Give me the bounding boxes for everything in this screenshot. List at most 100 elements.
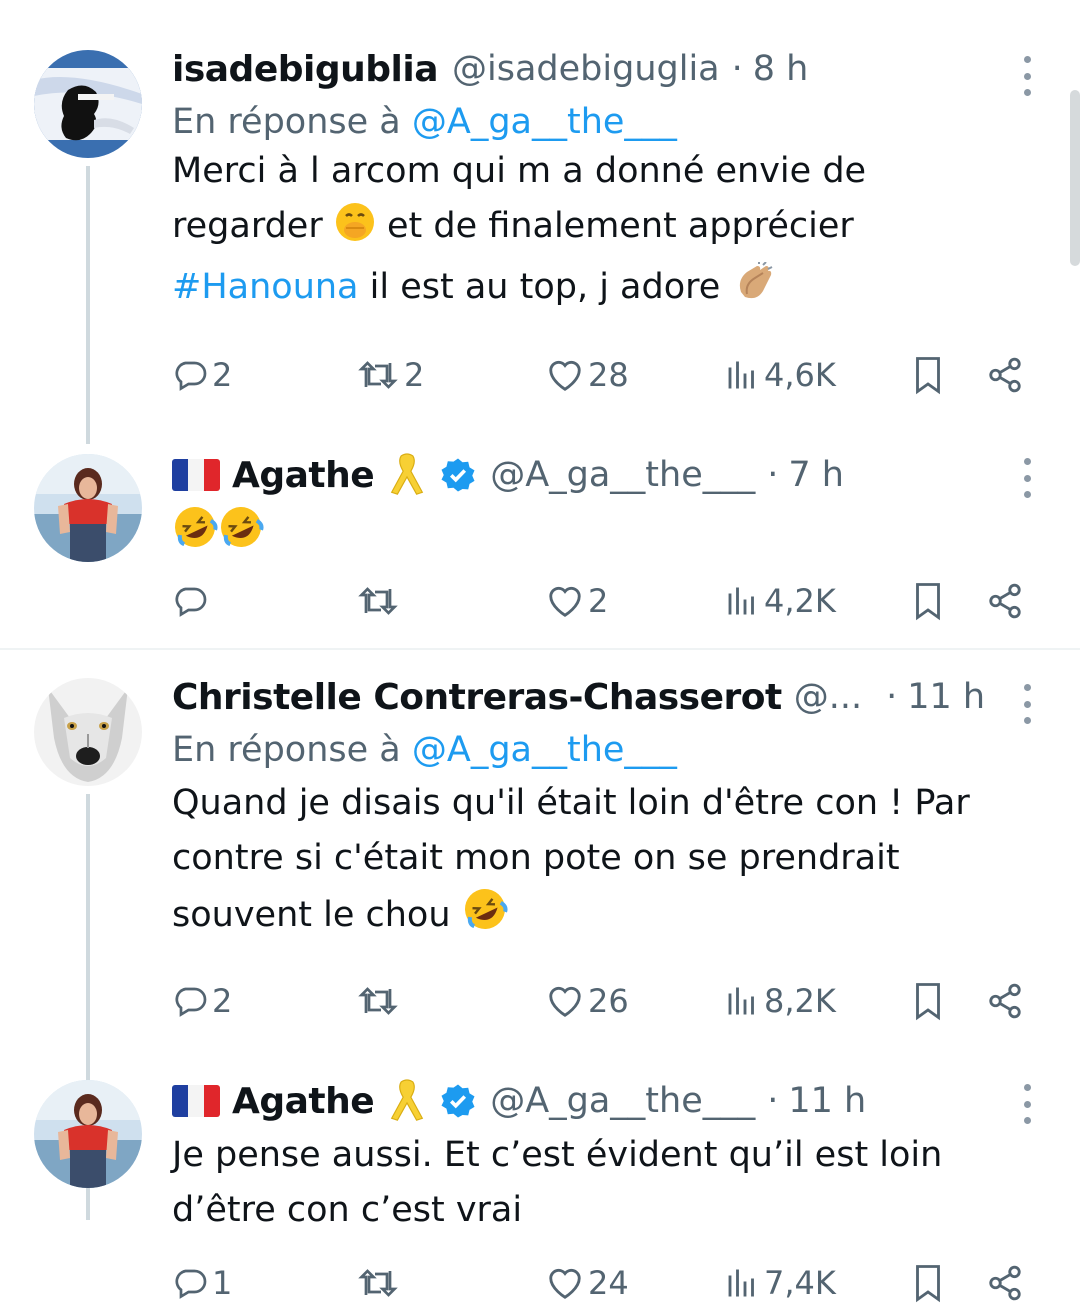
like-icon <box>549 1268 581 1299</box>
repost-button[interactable]: 2 <box>356 350 424 400</box>
timestamp[interactable]: 11 h <box>907 677 985 717</box>
user-handle[interactable]: @... <box>794 677 862 717</box>
verified-icon <box>441 1084 475 1118</box>
bookmark-icon <box>916 583 940 621</box>
reply-icon <box>175 1269 207 1299</box>
tweet-text <box>172 504 1030 567</box>
action-bar: 2 4,2K <box>172 576 1030 626</box>
reply-to-label: En réponse à <box>172 102 401 142</box>
share-icon <box>989 583 1021 619</box>
like-button[interactable]: 28 <box>546 350 629 400</box>
like-button[interactable]: 24 <box>546 1258 629 1308</box>
views-icon <box>728 1269 754 1297</box>
separator-dot: · <box>731 49 743 89</box>
views-button[interactable]: 4,6K <box>724 350 836 400</box>
thread-line <box>86 166 90 444</box>
tweet-text: Quand je disais qu'il était loin d'être … <box>172 776 1030 949</box>
reply-to-mention[interactable]: @A_ga__the___ <box>412 102 677 142</box>
reply-button[interactable]: 2 <box>172 350 232 400</box>
reply-button[interactable]: 2 <box>172 976 232 1026</box>
views-icon <box>728 361 754 389</box>
reply-button[interactable]: 1 <box>172 1258 232 1308</box>
yellow-ribbon-icon <box>391 1079 424 1121</box>
repost-button[interactable] <box>356 576 404 626</box>
action-bar: 2 26 8,2K <box>172 976 1030 1026</box>
repost-icon <box>358 1269 398 1297</box>
like-button[interactable]: 26 <box>546 976 629 1026</box>
timestamp[interactable]: 7 h <box>788 455 844 495</box>
like-count: 28 <box>588 356 629 394</box>
views-button[interactable]: 8,2K <box>724 976 836 1026</box>
repost-icon <box>358 361 398 389</box>
views-button[interactable]: 7,4K <box>724 1258 836 1308</box>
like-icon <box>549 986 581 1017</box>
more-options-icon[interactable] <box>1020 458 1034 498</box>
share-button[interactable] <box>986 350 1024 400</box>
reply-count: 1 <box>212 1264 233 1302</box>
avatar-christelle[interactable] <box>34 678 142 786</box>
repost-button[interactable] <box>356 1258 404 1308</box>
bookmark-button[interactable] <box>910 1258 946 1308</box>
tweet-text-segment: souvent le chou <box>172 895 451 935</box>
reply-icon <box>175 987 207 1017</box>
tweet-text-segment: il est au top, j adore <box>369 267 721 307</box>
display-name[interactable]: Agathe <box>232 1081 375 1122</box>
like-icon <box>549 360 581 391</box>
avatar-agathe[interactable] <box>34 1080 142 1188</box>
like-count: 26 <box>588 982 629 1020</box>
reply-button[interactable] <box>172 576 212 626</box>
more-options-icon[interactable] <box>1020 684 1034 724</box>
scrollbar[interactable] <box>1070 90 1080 266</box>
thread-divider <box>0 648 1080 650</box>
user-handle[interactable]: @isadebiguglia <box>452 49 720 89</box>
display-name[interactable]: Christelle Contreras-Chasserot <box>172 677 782 718</box>
reply-count: 2 <box>212 982 233 1020</box>
bookmark-button[interactable] <box>910 976 946 1026</box>
action-bar: 1 24 7,4K <box>172 1258 1030 1308</box>
tweet-text: Je pense aussi. Et c’est évident qu’il e… <box>172 1128 1030 1238</box>
tweet-text-line: Merci à l arcom qui m a donné envie de <box>172 151 867 191</box>
avatar-isadebigublia[interactable] <box>34 50 142 158</box>
timestamp[interactable]: 8 h <box>753 49 809 89</box>
tweet-text-line: contre si c'était mon pote on se prendra… <box>172 838 900 878</box>
bookmark-icon <box>916 1265 940 1303</box>
tweet-text-line: d’être con c’est vrai <box>172 1190 523 1230</box>
user-handle[interactable]: @A_ga__the___ <box>490 455 755 495</box>
like-icon <box>549 586 581 617</box>
reply-icon <box>175 587 207 617</box>
more-options-icon[interactable] <box>1020 56 1034 96</box>
reply-icon <box>175 361 207 391</box>
views-count: 4,2K <box>764 582 836 620</box>
verified-icon <box>441 458 475 492</box>
user-handle[interactable]: @A_ga__the___ <box>490 1081 755 1121</box>
avatar-agathe[interactable] <box>34 454 142 562</box>
display-name[interactable]: Agathe <box>232 455 375 496</box>
repost-button[interactable] <box>356 976 404 1026</box>
yellow-ribbon-icon <box>391 453 424 495</box>
like-button[interactable]: 2 <box>546 576 608 626</box>
reply-to-line: En réponse à @A_ga__the___ <box>172 730 1030 770</box>
reply-to-line: En réponse à @A_ga__the___ <box>172 102 1030 142</box>
timestamp[interactable]: 11 h <box>788 1081 866 1121</box>
more-options-icon[interactable] <box>1020 1084 1034 1124</box>
bookmark-button[interactable] <box>910 576 946 626</box>
like-count: 2 <box>588 582 609 620</box>
tweet-text: Merci à l arcom qui m a donné envie de r… <box>172 144 1030 321</box>
rolling-laughing-emoji-icon <box>218 504 264 567</box>
share-button[interactable] <box>986 976 1024 1026</box>
hashtag-link[interactable]: #Hanouna <box>172 267 359 307</box>
action-bar: 2 2 28 4,6K <box>172 350 1030 400</box>
share-button[interactable] <box>986 576 1024 626</box>
france-flag-icon <box>172 1085 220 1117</box>
tweet-text-line: Quand je disais qu'il était loin d'être … <box>172 783 970 823</box>
reply-to-mention[interactable]: @A_ga__the___ <box>412 730 677 770</box>
views-button[interactable]: 4,2K <box>724 576 836 626</box>
tweet-text-segment: et de finalement apprécier <box>387 206 854 246</box>
bookmark-button[interactable] <box>910 350 946 400</box>
share-button[interactable] <box>986 1258 1024 1308</box>
tweet-text-line: Je pense aussi. Et c’est évident qu’il e… <box>172 1135 943 1175</box>
share-icon <box>989 357 1021 393</box>
views-count: 4,6K <box>764 356 836 394</box>
display-name[interactable]: isadebigublia <box>172 49 439 90</box>
views-count: 8,2K <box>764 982 836 1020</box>
